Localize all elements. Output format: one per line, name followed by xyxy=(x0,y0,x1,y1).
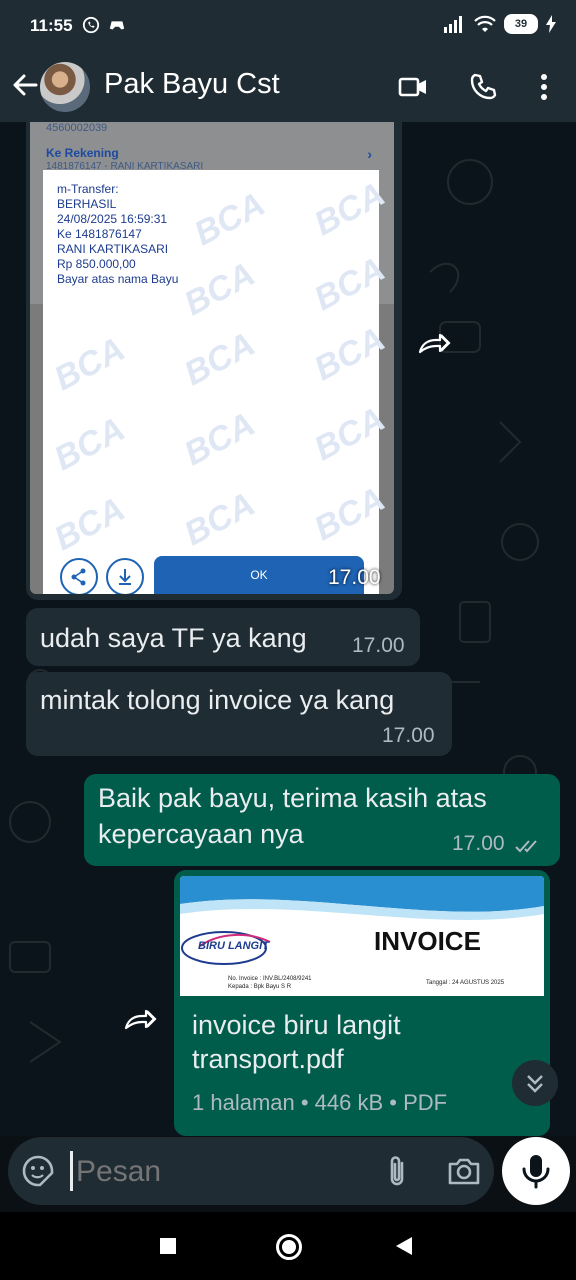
document-meta: 1 halaman • 446 kB • PDF xyxy=(192,1090,448,1115)
bca-watermark: BCA xyxy=(308,479,392,549)
bca-watermark: BCA xyxy=(178,404,262,474)
back-arrow-icon[interactable] xyxy=(10,70,40,100)
whatsapp-notification-icon xyxy=(82,16,100,34)
incoming-message-bubble[interactable]: udah saya TF ya kang 17.00 xyxy=(26,608,420,666)
signal-icon xyxy=(444,16,462,33)
bca-watermark: BCA xyxy=(178,484,262,554)
game-controller-icon xyxy=(109,21,125,30)
transfer-receipt-image[interactable]: 4560002039 Ke Rekening 1481876147 - RANI… xyxy=(30,122,394,594)
download-button xyxy=(106,558,144,594)
voice-record-button[interactable] xyxy=(502,1137,570,1205)
contact-avatar[interactable] xyxy=(40,62,90,112)
charging-icon xyxy=(546,15,556,33)
invoice-recipient: Kepada : Bpk Bayu S R xyxy=(228,984,292,990)
download-icon xyxy=(119,569,131,585)
bca-watermark: BCA xyxy=(48,409,132,479)
share-button xyxy=(60,558,98,594)
bca-watermark: BCA xyxy=(188,184,272,254)
bca-watermark: BCA xyxy=(48,329,132,399)
bca-watermark: BCA xyxy=(48,489,132,559)
share-icon xyxy=(71,568,86,586)
message-input-bar xyxy=(8,1137,494,1205)
scroll-to-bottom-button[interactable] xyxy=(512,1060,558,1106)
message-time: 17.00 xyxy=(352,634,405,657)
wifi-icon xyxy=(474,15,496,32)
invoice-preview[interactable]: BIRU LANGIT INVOICE No. Invoice : INV.BL… xyxy=(180,876,544,996)
message-time: 17.00 xyxy=(452,832,505,855)
document-filename: invoice biru langit transport.pdf xyxy=(192,1010,401,1074)
contact-name[interactable]: Pak Bayu Cst xyxy=(104,68,280,101)
message-time: 17.00 xyxy=(382,724,435,747)
system-navigation-bar xyxy=(0,1212,576,1280)
status-bar: 11:55 39 xyxy=(0,0,576,52)
outgoing-message-bubble[interactable]: Baik pak bayu, terima kasih atas keperca… xyxy=(84,774,560,866)
message-text: mintak tolong invoice ya kang xyxy=(40,685,395,715)
chat-header: Pak Bayu Cst xyxy=(0,52,576,122)
bca-watermark: BCA xyxy=(308,399,392,469)
ke-rekening-label: Ke Rekening xyxy=(46,146,119,160)
battery-indicator: 39 xyxy=(504,14,538,34)
text-cursor xyxy=(70,1151,73,1191)
account-number: 4560002039 xyxy=(46,122,108,134)
voice-call-icon[interactable] xyxy=(468,72,498,102)
more-options-icon[interactable] xyxy=(529,72,559,102)
bca-watermark: BCA xyxy=(308,249,392,319)
home-button[interactable] xyxy=(276,1234,302,1260)
invoice-date: Tanggal : 24 AGUSTUS 2025 xyxy=(426,980,505,986)
invoice-title: INVOICE xyxy=(374,926,481,956)
chevron-right-icon: › xyxy=(367,146,372,162)
forward-icon[interactable] xyxy=(116,998,162,1044)
bca-watermark: BCA xyxy=(308,319,392,389)
double-check-icon xyxy=(515,840,537,853)
message-input[interactable] xyxy=(74,1149,368,1195)
receipt-text: m-Transfer: BERHASIL 24/08/2025 16:59:31… xyxy=(57,182,179,286)
attachment-icon[interactable] xyxy=(382,1153,412,1189)
status-icons: 39 xyxy=(442,14,556,34)
sticker-icon[interactable] xyxy=(20,1153,56,1189)
double-chevron-down-icon xyxy=(527,1075,543,1093)
receipt-card: BCA BCA BCA BCA BCA BCA BCA BCA BCA BCA … xyxy=(43,170,391,594)
message-text: udah saya TF ya kang xyxy=(40,623,307,653)
invoice-number: No. Invoice : INV.BL/2408/9241 xyxy=(228,976,312,982)
back-triangle-icon[interactable] xyxy=(394,1235,414,1257)
camera-icon[interactable] xyxy=(446,1153,482,1189)
invoice-logo-text: BIRU LANGIT xyxy=(198,940,269,952)
status-time: 11:55 xyxy=(30,16,73,35)
home-icon-dot xyxy=(282,1240,296,1254)
chat-area[interactable]: 4560002039 Ke Rekening 1481876147 - RANI… xyxy=(0,122,576,1136)
image-message-time: 17.00 xyxy=(328,566,381,589)
recents-button[interactable] xyxy=(160,1238,176,1254)
forward-icon[interactable] xyxy=(410,322,456,368)
microphone-icon xyxy=(522,1155,550,1189)
video-call-icon[interactable] xyxy=(398,72,428,102)
incoming-message-bubble[interactable]: mintak tolong invoice ya kang 17.00 xyxy=(26,672,452,756)
bca-watermark: BCA xyxy=(178,254,262,324)
bca-watermark: BCA xyxy=(178,324,262,394)
